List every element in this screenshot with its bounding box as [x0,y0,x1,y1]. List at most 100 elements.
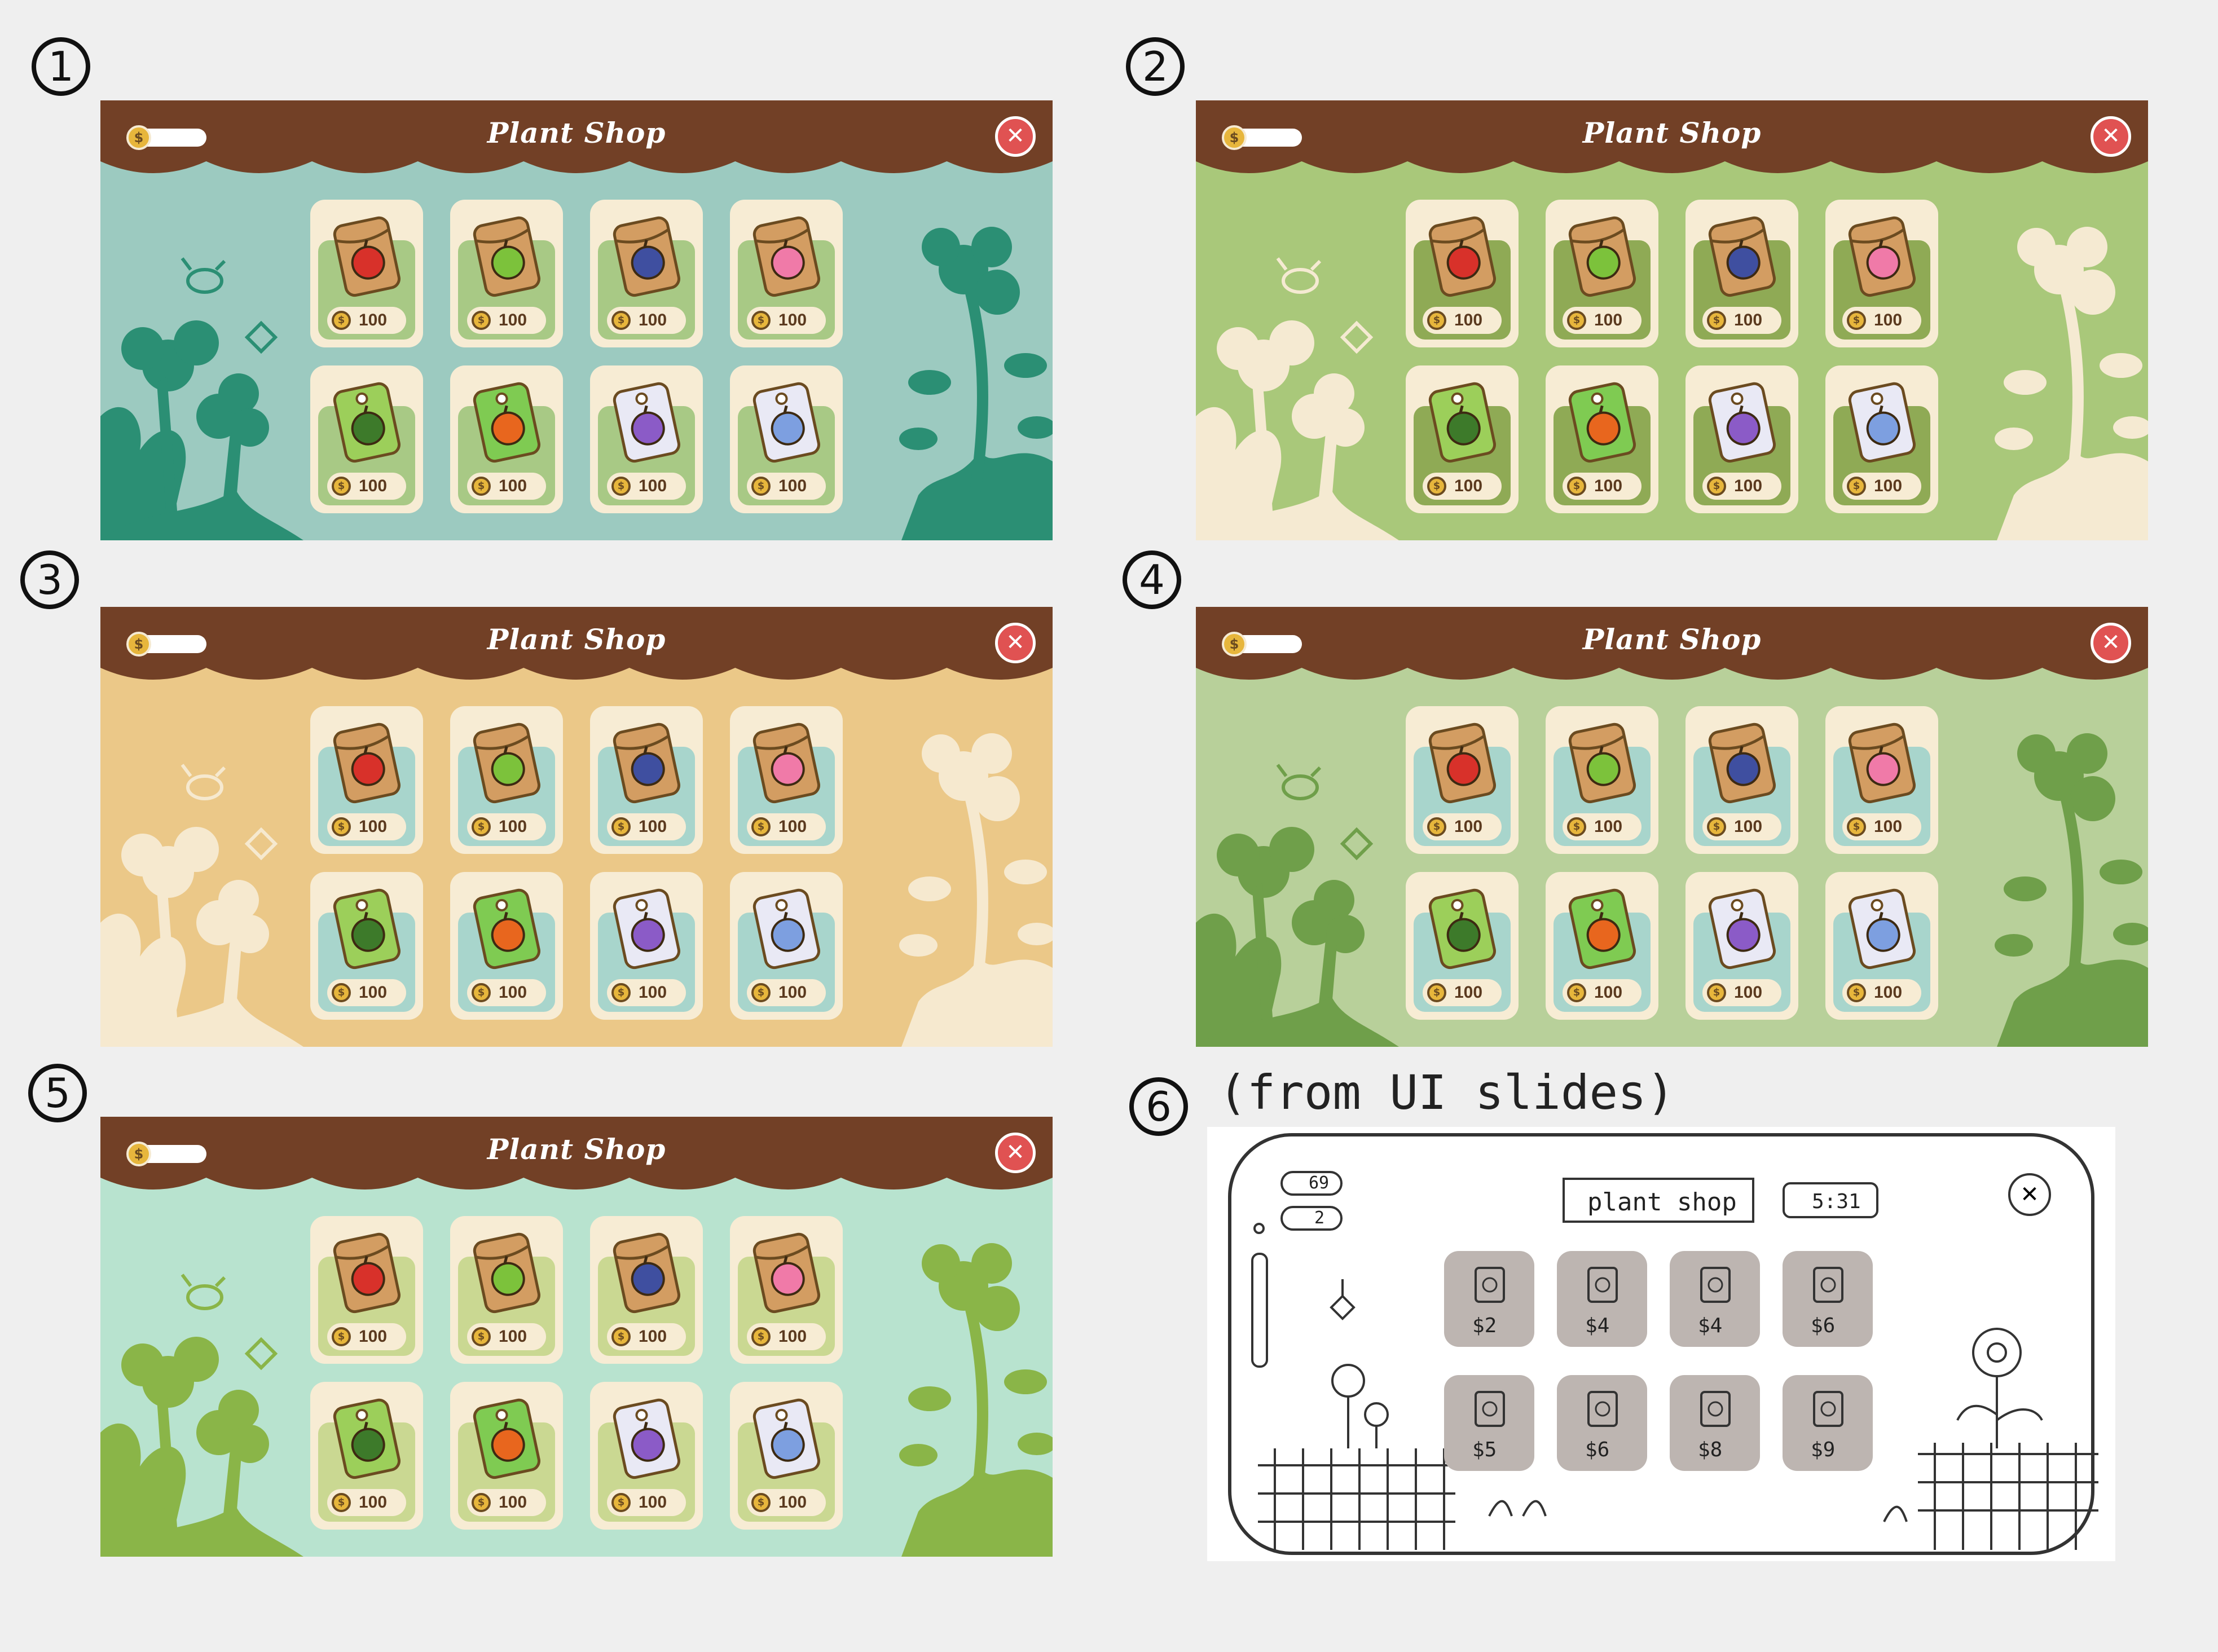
sketch-item-card[interactable]: $8 [1670,1375,1760,1471]
shop-item-card[interactable]: $100 [1685,365,1798,513]
sketch-item-card[interactable]: $5 [1444,1375,1534,1471]
shop-item-card[interactable]: $100 [590,1382,703,1530]
shop-item-card[interactable]: $100 [310,872,423,1020]
shop-item-card[interactable]: $100 [1825,872,1938,1020]
shop-item-card[interactable]: $100 [450,365,563,513]
hyacinth-seed-packet-icon [1848,888,1916,970]
shop-item-card[interactable]: $100 [310,1382,423,1530]
sketch-item-grid: $2 $4 $4 $6 $5 $6 $8 $9 [1444,1251,1895,1488]
shop-item-card[interactable]: $100 [310,1216,423,1364]
coin-icon: $ [611,1327,631,1346]
sketch-panel: 69 2 plant shop 5:31 ✕ $2 $4 $4 $6 $5 $6 $8 $9 [1207,1127,2115,1561]
shop-item-card[interactable]: $100 [590,706,703,854]
sketch-price: $2 [1472,1314,1497,1337]
plant-shop-panel: $ Plant Shop ✕ $100 $100 $100 $100 $100 $100 $100… [1196,100,2148,540]
variant-number-1: 1 [32,37,90,96]
shop-item-card[interactable]: $100 [1406,872,1519,1020]
blueberry-seed-packet-icon [613,1232,680,1314]
green-apple-seed-packet-icon [1568,723,1636,804]
shop-item-card[interactable]: $100 [1825,200,1938,347]
shop-item-card[interactable]: $100 [310,706,423,854]
cucumber-seed-packet-icon [1428,382,1496,463]
shop-item-card[interactable]: $100 [1546,200,1658,347]
shop-item-card[interactable]: $100 [1825,706,1938,854]
price-value: 100 [359,1493,388,1512]
apple-seed-packet-icon [1428,723,1496,804]
price-value: 100 [1454,477,1483,495]
close-button[interactable]: ✕ [995,116,1036,157]
sketch-item-card[interactable]: $4 [1670,1251,1760,1347]
sketch-close-button[interactable]: ✕ [2008,1173,2051,1216]
shop-item-card[interactable]: $100 [730,706,843,854]
sketch-price: $6 [1811,1314,1836,1337]
sketch-item-card[interactable]: $2 [1444,1251,1534,1347]
close-button[interactable]: ✕ [995,1133,1036,1173]
coin-icon: $ [611,1493,631,1512]
pink-flower-seed-packet-icon [1848,216,1916,297]
shop-item-card[interactable]: $100 [1546,706,1658,854]
price-tag: $100 [1702,979,1781,1006]
shop-item-card[interactable]: $100 [450,706,563,854]
shop-item-card[interactable]: $100 [590,1216,703,1364]
shop-item-card[interactable]: $100 [1546,365,1658,513]
shop-item-card[interactable]: $100 [1825,365,1938,513]
shop-item-card[interactable]: $100 [310,365,423,513]
price-tag: $100 [327,1489,406,1516]
shop-item-card[interactable]: $100 [450,872,563,1020]
coin-icon: $ [1567,817,1586,836]
coin-icon: $ [751,477,771,496]
price-value: 100 [778,817,807,836]
shop-item-card[interactable]: $100 [1406,706,1519,854]
coin-icon: $ [1707,311,1726,330]
shop-item-card[interactable]: $100 [590,872,703,1020]
price-tag: $100 [747,307,826,334]
coin-icon: $ [1847,817,1866,836]
plant-shop-panel: $ Plant Shop ✕ $100 $100 $100 $100 $100 $100 $100… [100,1117,1053,1557]
shop-item-card[interactable]: $100 [730,365,843,513]
shop-item-card[interactable]: $100 [1685,200,1798,347]
price-value: 100 [1734,311,1763,329]
coin-icon: $ [611,817,631,836]
apple-seed-packet-icon [333,216,401,297]
hydrangea-seed-packet-icon [1708,382,1776,463]
close-button[interactable]: ✕ [995,623,1036,663]
item-grid: $100 $100 $100 $100 $100 $100 $100 $100 [1406,706,1940,1022]
shop-item-card[interactable]: $100 [450,1216,563,1364]
coin-icon: $ [472,311,491,330]
coin-icon: $ [1707,983,1726,1002]
shop-item-card[interactable]: $100 [730,1382,843,1530]
close-button[interactable]: ✕ [2091,116,2131,157]
price-tag: $100 [467,473,546,500]
shop-item-card[interactable]: $100 [590,365,703,513]
hydrangea-seed-packet-icon [1708,888,1776,970]
item-grid: $100 $100 $100 $100 $100 $100 $100 $100 [1406,200,1940,516]
shop-item-card[interactable]: $100 [1685,872,1798,1020]
close-button[interactable]: ✕ [2091,623,2131,663]
green-apple-seed-packet-icon [473,723,540,804]
shop-item-card[interactable]: $100 [730,200,843,347]
shop-item-card[interactable]: $100 [1546,872,1658,1020]
coin-icon: $ [332,477,351,496]
shop-item-card[interactable]: $100 [450,200,563,347]
shop-item-card[interactable]: $100 [1685,706,1798,854]
apple-seed-packet-icon [333,723,401,804]
shop-item-card[interactable]: $100 [1406,200,1519,347]
shop-item-card[interactable]: $100 [730,872,843,1020]
price-value: 100 [359,311,388,329]
sketch-item-card[interactable]: $4 [1557,1251,1647,1347]
price-tag: $100 [747,1323,826,1350]
sketch-item-card[interactable]: $6 [1783,1251,1873,1347]
green-apple-seed-packet-icon [1568,216,1636,297]
sketch-item-card[interactable]: $9 [1783,1375,1873,1471]
shop-item-card[interactable]: $100 [310,200,423,347]
price-tag: $100 [467,1323,546,1350]
blueberry-seed-packet-icon [1708,723,1776,804]
sketch-timer-value: 5:31 [1812,1190,1861,1213]
shop-item-card[interactable]: $100 [730,1216,843,1364]
shop-item-card[interactable]: $100 [450,1382,563,1530]
coin-icon: $ [1427,311,1446,330]
price-tag: $100 [1842,813,1921,840]
shop-item-card[interactable]: $100 [590,200,703,347]
shop-item-card[interactable]: $100 [1406,365,1519,513]
sketch-item-card[interactable]: $6 [1557,1375,1647,1471]
